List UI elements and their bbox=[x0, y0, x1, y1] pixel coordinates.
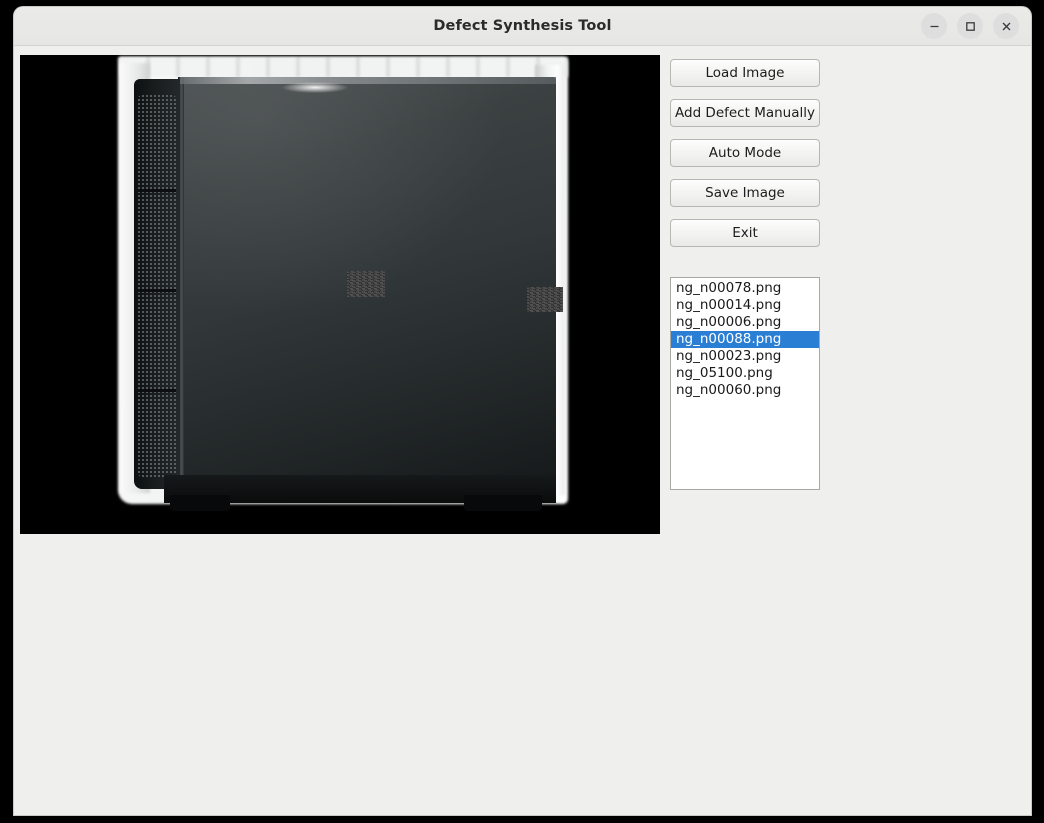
auto-mode-button[interactable]: Auto Mode bbox=[670, 139, 820, 167]
close-button[interactable] bbox=[993, 13, 1019, 39]
window-title: Defect Synthesis Tool bbox=[433, 18, 612, 34]
exit-button[interactable]: Exit bbox=[670, 219, 820, 247]
image-preview-canvas[interactable] bbox=[20, 55, 660, 534]
list-item[interactable]: ng_05100.png bbox=[671, 365, 819, 382]
list-item[interactable]: ng_n00060.png bbox=[671, 382, 819, 399]
tower-foot-right bbox=[464, 495, 542, 511]
defect-patch-center[interactable] bbox=[347, 271, 385, 297]
tower-specular-glint bbox=[282, 82, 348, 93]
minimize-button[interactable] bbox=[921, 13, 947, 39]
load-image-button[interactable]: Load Image bbox=[670, 59, 820, 87]
list-item[interactable]: ng_n00014.png bbox=[671, 297, 819, 314]
title-bar: Defect Synthesis Tool bbox=[14, 7, 1031, 46]
file-listbox[interactable]: ng_n00078.png ng_n00014.png ng_n00006.pn… bbox=[670, 277, 820, 490]
tower-vent-seam bbox=[138, 389, 176, 392]
defect-patch-right-edge[interactable] bbox=[527, 287, 563, 312]
maximize-icon bbox=[965, 21, 975, 31]
application-window: Defect Synthesis Tool Load Image Add Def… bbox=[14, 7, 1031, 815]
add-defect-manually-button[interactable]: Add Defect Manually bbox=[670, 99, 820, 127]
window-controls bbox=[921, 13, 1019, 39]
control-panel: Load Image Add Defect Manually Auto Mode… bbox=[670, 59, 820, 247]
list-item[interactable]: ng_n00006.png bbox=[671, 314, 819, 331]
tower-foot-left bbox=[170, 495, 230, 511]
window-body: Load Image Add Defect Manually Auto Mode… bbox=[14, 46, 1031, 815]
packaging-top-ridges bbox=[120, 57, 568, 77]
list-item[interactable]: ng_n00078.png bbox=[671, 280, 819, 297]
tower-front-panel bbox=[134, 79, 180, 489]
tower-mesh-vent bbox=[138, 95, 176, 477]
computer-tower bbox=[134, 77, 556, 511]
close-icon bbox=[1002, 22, 1010, 30]
tower-vent-seam bbox=[138, 189, 176, 192]
tower-vent-seam bbox=[138, 289, 176, 292]
maximize-button[interactable] bbox=[957, 13, 983, 39]
minimize-icon bbox=[930, 25, 938, 27]
save-image-button[interactable]: Save Image bbox=[670, 179, 820, 207]
list-item[interactable]: ng_n00023.png bbox=[671, 348, 819, 365]
tower-top-highlight bbox=[180, 77, 556, 84]
list-item-selected[interactable]: ng_n00088.png bbox=[671, 331, 819, 348]
